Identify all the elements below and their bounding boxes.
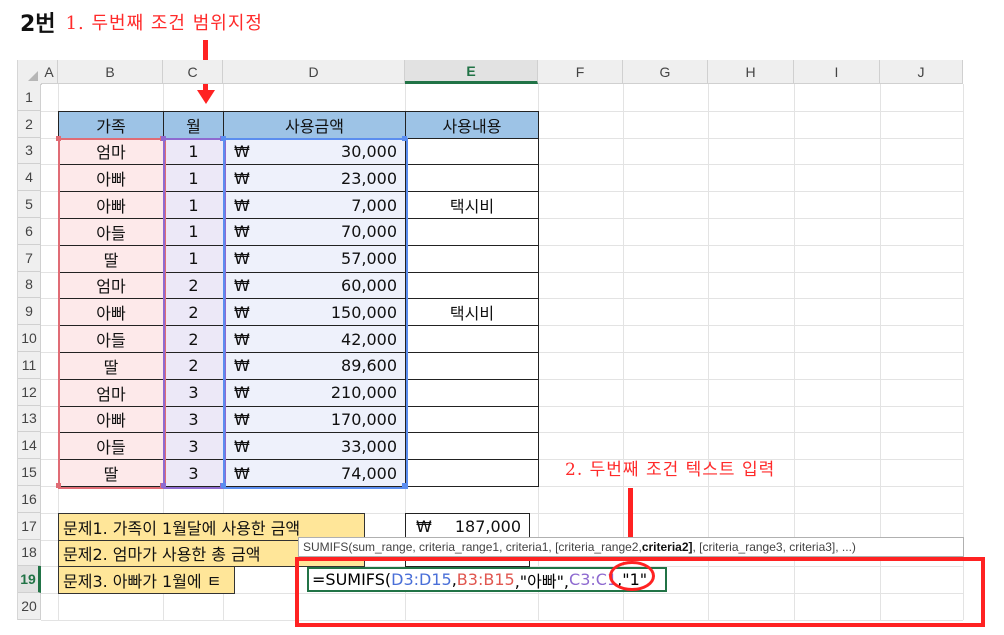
row-header-6[interactable]: 6 (18, 218, 41, 245)
row-header-4[interactable]: 4 (18, 164, 41, 192)
note-cell[interactable] (405, 405, 539, 434)
tooltip-text: SUMIFS(sum_range, criteria_range1, crite… (303, 540, 642, 554)
select-all-corner[interactable] (18, 60, 42, 85)
tooltip-current-arg: criteria2] (641, 540, 693, 554)
row-header-9[interactable]: 9 (18, 298, 41, 326)
range-handle[interactable] (161, 483, 166, 488)
spreadsheet-screenshot: 2번 1. 두번째 조건 범위지정 A B C D E F G H I J 1 2 3 4 5 6 7 8 9 10 1… (0, 0, 1004, 635)
row-header-1[interactable]: 1 (18, 84, 41, 111)
column-header-h[interactable]: H (708, 60, 794, 84)
row-header-15[interactable]: 15 (18, 459, 41, 486)
range-handle[interactable] (402, 135, 407, 141)
note-cell[interactable] (405, 459, 539, 487)
range-highlight (58, 137, 166, 489)
note-cell[interactable]: 택시비 (405, 191, 539, 219)
table-header-cell: 사용금액 (223, 110, 406, 139)
column-header-b[interactable]: B (58, 60, 163, 84)
column-header-c[interactable]: C (163, 60, 223, 84)
table-header-cell: 월 (163, 110, 224, 139)
step-number: 2번 (20, 12, 56, 37)
row-header-8[interactable]: 8 (18, 271, 41, 299)
highlight-circle (609, 561, 655, 591)
range-highlight (163, 137, 226, 489)
step1-instruction: 1. 두번째 조건 범위지정 (65, 13, 263, 34)
row-header-12[interactable]: 12 (18, 378, 41, 406)
range-handle[interactable] (221, 483, 226, 488)
row-header-5[interactable]: 5 (18, 191, 41, 218)
row-header-13[interactable]: 13 (18, 405, 41, 433)
note-cell[interactable] (405, 271, 539, 300)
table-header-cell: 가족 (58, 110, 164, 139)
note-cell[interactable] (405, 432, 539, 461)
currency-symbol: ₩ (416, 517, 432, 537)
range-handle[interactable] (161, 135, 166, 141)
note-cell[interactable] (405, 137, 539, 166)
row-header-17[interactable]: 17 (18, 512, 41, 540)
column-header-a[interactable]: A (41, 60, 58, 84)
column-header-j[interactable]: J (880, 60, 963, 84)
column-header-f[interactable]: F (538, 60, 623, 84)
range-handle[interactable] (402, 483, 407, 488)
step2-instruction: 2. 두번째 조건 텍스트 입력 (565, 460, 776, 480)
answer-value: 187,000 (454, 517, 521, 537)
range-highlight (223, 137, 408, 489)
range-handle[interactable] (56, 483, 61, 488)
note-cell[interactable] (405, 244, 539, 273)
note-cell[interactable] (405, 352, 539, 380)
row-header-3[interactable]: 3 (18, 137, 41, 165)
row-header-19[interactable]: 19 (18, 566, 41, 594)
range-handle[interactable] (221, 135, 226, 141)
tooltip-text: , [criteria_range3, criteria3], ...) (692, 540, 856, 554)
range-handle[interactable] (56, 135, 61, 141)
column-header-g[interactable]: G (623, 60, 708, 84)
row-header-11[interactable]: 11 (18, 352, 41, 379)
function-tooltip[interactable]: SUMIFS(sum_range, criteria_range1, crite… (298, 537, 964, 557)
note-cell[interactable] (405, 164, 539, 193)
table-header-cell: 사용내용 (405, 110, 539, 139)
note-cell[interactable] (405, 325, 539, 353)
row-header-2[interactable]: 2 (18, 110, 41, 138)
note-cell[interactable] (405, 218, 539, 246)
column-header-i[interactable]: I (794, 60, 880, 84)
row-header-10[interactable]: 10 (18, 325, 41, 352)
row-header-14[interactable]: 14 (18, 432, 41, 460)
top-annotation: 2번 1. 두번째 조건 범위지정 (20, 6, 263, 38)
note-cell[interactable] (405, 378, 539, 407)
note-cell[interactable]: 택시비 (405, 298, 539, 327)
question-cell[interactable]: 문제3. 아빠가 1월에 ㅌ (58, 566, 235, 595)
column-header-d[interactable]: D (223, 60, 405, 84)
row-header-16[interactable]: 16 (18, 486, 41, 513)
column-header-e[interactable]: E (405, 60, 538, 84)
row-header-7[interactable]: 7 (18, 244, 41, 272)
row-header-20[interactable]: 20 (18, 593, 41, 620)
row-header-18[interactable]: 18 (18, 539, 41, 567)
worksheet-grid[interactable]: A B C D E F G H I J 1 2 3 4 5 6 7 8 9 10 11 12 13 14 15 16 17 18 19 2… (17, 60, 964, 621)
